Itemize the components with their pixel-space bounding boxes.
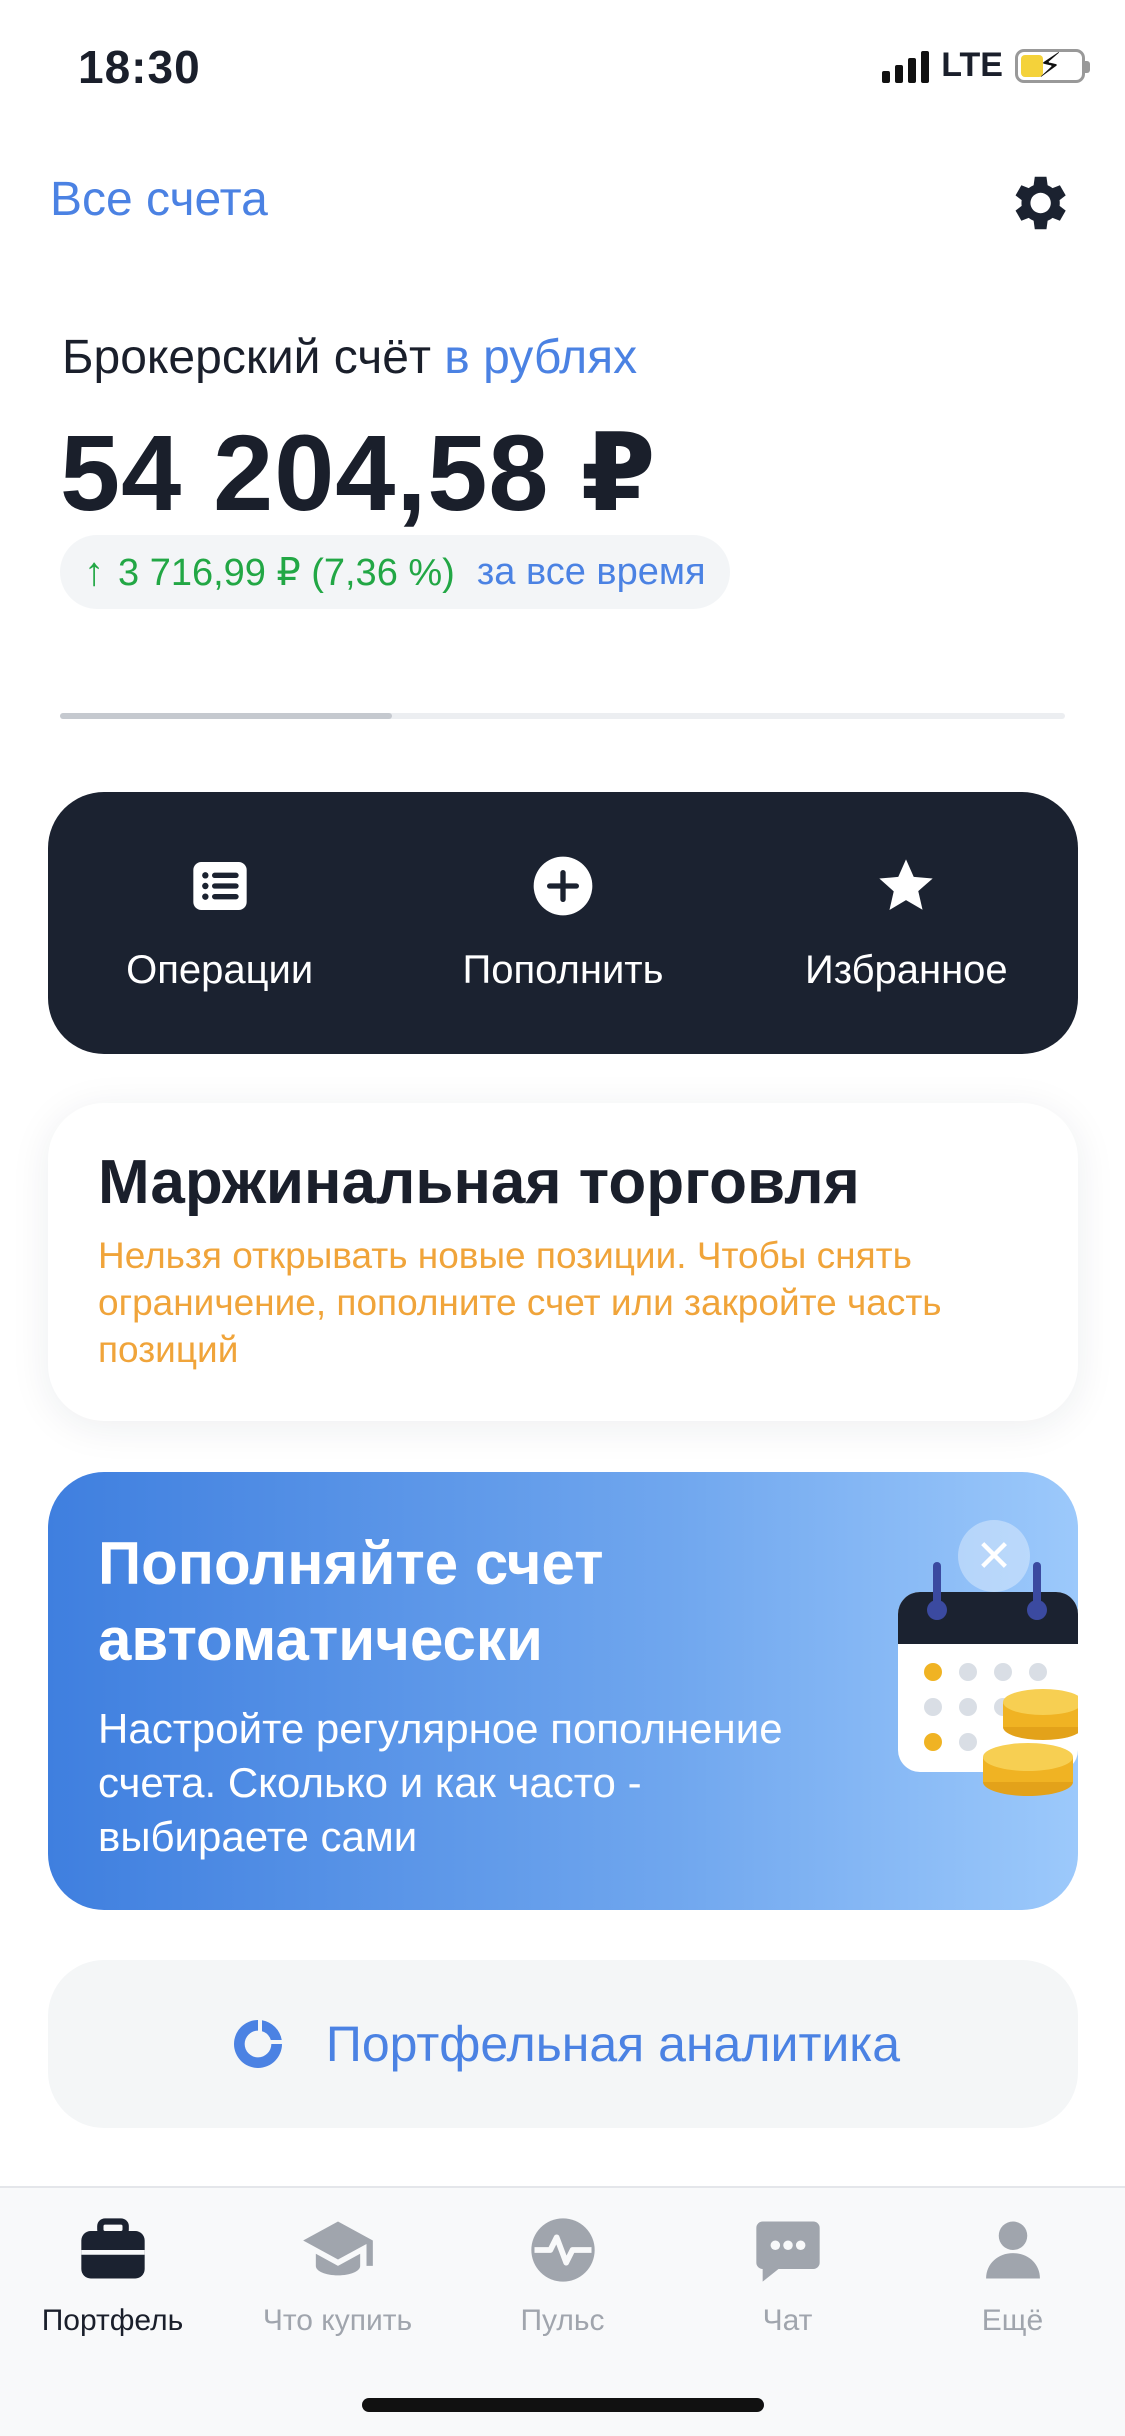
network-label: LTE — [941, 46, 1003, 84]
favorites-button[interactable]: Избранное — [756, 854, 1056, 993]
pulse-icon — [530, 2218, 595, 2282]
portfolio-analytics-button[interactable]: Портфельная аналитика — [48, 1960, 1078, 2128]
arrow-up-icon: ↑ — [84, 549, 104, 594]
signal-icon — [882, 49, 930, 83]
operations-label: Операции — [126, 947, 314, 992]
graduation-cap-icon — [302, 2221, 373, 2276]
status-time: 18:30 — [78, 41, 201, 93]
action-panel: Операции Пополнить Избранное — [48, 792, 1078, 1054]
tab-portfolio-label: Портфель — [41, 2304, 184, 2337]
star-icon — [879, 858, 933, 910]
status-bar: 18:30 LTE ⚡ — [0, 0, 1125, 140]
tab-portfolio[interactable]: Портфель — [0, 2212, 225, 2338]
tab-more-label: Ещё — [981, 2304, 1044, 2337]
carousel-indicator — [60, 713, 1065, 719]
profit-badge[interactable]: ↑ 3 716,99 ₽ (7,36 %) за все время — [60, 535, 730, 609]
account-name: Брокерский счёт — [62, 331, 431, 384]
tab-pulse[interactable]: Пульс — [450, 2212, 675, 2338]
status-indicators: LTE ⚡ — [882, 46, 1090, 85]
auto-topup-promo[interactable]: Пополняйте счет автоматически Настройте … — [48, 1472, 1078, 1910]
calendar-coins-icon — [898, 1562, 1078, 1796]
tab-chat-label: Чат — [762, 2304, 813, 2337]
operations-button[interactable]: Операции — [70, 854, 370, 993]
profile-icon — [985, 2221, 1040, 2279]
battery-icon: ⚡ — [1015, 47, 1090, 85]
profit-value: 3 716,99 ₽ (7,36 %) — [118, 551, 455, 594]
donut-chart-icon — [233, 2020, 282, 2068]
margin-trading-card[interactable]: Маржинальная торговля Нельзя открывать н… — [48, 1103, 1078, 1421]
all-accounts-link[interactable]: Все счета — [50, 172, 268, 227]
account-title[interactable]: Брокерский счёт в рублях — [62, 330, 637, 385]
favorites-label: Избранное — [804, 947, 1008, 992]
briefcase-icon — [80, 2218, 145, 2279]
tab-what-to-buy-label: Что купить — [262, 2304, 413, 2337]
plus-circle-icon — [533, 856, 593, 915]
chat-icon — [755, 2221, 820, 2282]
portfolio-analytics-label: Портфельная аналитика — [325, 2016, 901, 2072]
tab-more[interactable]: Ещё — [900, 2212, 1125, 2338]
promo-title: Пополняйте счет автоматически — [98, 1530, 604, 1673]
account-balance: 54 204,58 ₽ — [60, 412, 657, 533]
tab-chat[interactable]: Чат — [675, 2212, 900, 2338]
promo-text: Настройте регулярное пополнение счета. С… — [98, 1705, 783, 1860]
gear-icon[interactable] — [1003, 168, 1073, 238]
account-currency[interactable]: в рублях — [444, 331, 637, 384]
tab-pulse-label: Пульс — [520, 2304, 605, 2337]
carousel-indicator-fill — [60, 713, 392, 719]
top-up-button[interactable]: Пополнить — [413, 854, 713, 993]
margin-title: Маржинальная торговля — [98, 1148, 860, 1217]
margin-warning: Нельзя открывать новые позиции. Чтобы сн… — [98, 1235, 942, 1370]
list-icon — [192, 861, 247, 910]
tab-what-to-buy[interactable]: Что купить — [225, 2212, 450, 2338]
home-indicator — [362, 2398, 764, 2412]
profit-period[interactable]: за все время — [477, 551, 706, 594]
top-up-label: Пополнить — [462, 947, 664, 992]
